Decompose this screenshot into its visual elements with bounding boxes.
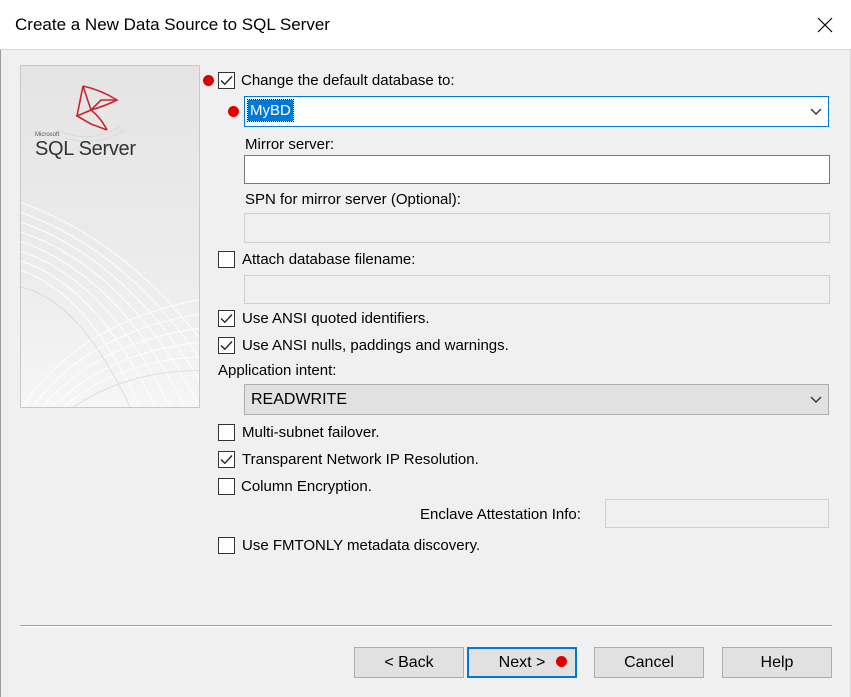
default-database-combobox[interactable]: MyBD [244,96,829,127]
back-button-label: < Back [384,653,434,671]
chevron-down-icon [810,108,822,115]
window-border-left [0,50,1,697]
help-button[interactable]: Help [722,647,832,678]
cancel-button[interactable]: Cancel [594,647,704,678]
app-intent-value: READWRITE [251,391,347,408]
back-button[interactable]: < Back [354,647,464,678]
attach-db-checkbox[interactable] [218,251,235,268]
column-encryption-label: Column Encryption. [241,478,372,495]
enclave-label: Enclave Attestation Info: [420,506,581,523]
chevron-down-icon [810,396,822,403]
ansi-quoted-checkbox[interactable] [218,310,235,327]
fmtonly-label: Use FMTONLY metadata discovery. [242,537,481,554]
help-button-label: Help [760,653,794,671]
button-separator-highlight [20,626,832,627]
next-button-label: Next > [498,653,546,671]
column-encryption-checkbox[interactable] [218,478,235,495]
fmtonly-checkbox[interactable] [218,537,235,554]
cancel-button-label: Cancel [624,653,674,671]
brand-sql-server: SQL Server [35,138,136,160]
app-intent-label: Application intent: [218,362,337,379]
tnir-checkbox[interactable] [218,451,235,468]
app-intent-dropdown-button[interactable] [807,391,825,409]
ansi-nulls-checkbox[interactable] [218,337,235,354]
marker-dot [228,106,239,117]
default-database-value: MyBD [247,99,294,122]
checkmark-icon [220,314,233,324]
marker-dot [203,75,214,86]
sql-server-logo-panel: Microsoft SQL Server [20,65,200,408]
mirror-server-label: Mirror server: [245,136,335,153]
spn-mirror-label: SPN for mirror server (Optional): [245,191,461,208]
close-button[interactable] [806,6,844,44]
checkmark-icon [220,341,233,351]
tnir-label: Transparent Network IP Resolution. [242,451,479,468]
enclave-input[interactable] [605,499,829,528]
change-default-db-checkbox[interactable] [218,72,235,89]
ansi-quoted-label: Use ANSI quoted identifiers. [242,310,430,327]
attach-db-input[interactable] [244,275,830,304]
change-default-db-label: Change the default database to: [241,72,455,89]
multi-subnet-checkbox[interactable] [218,424,235,441]
window-title: Create a New Data Source to SQL Server [15,15,330,34]
close-icon [817,17,833,33]
spn-mirror-input[interactable] [244,213,830,243]
attach-db-label: Attach database filename: [242,251,416,268]
title-divider [0,49,851,50]
checkmark-icon [220,455,233,465]
default-database-dropdown-button[interactable] [807,103,825,121]
checkmark-icon [220,76,233,86]
multi-subnet-label: Multi-subnet failover. [242,424,380,441]
ansi-nulls-label: Use ANSI nulls, paddings and warnings. [242,337,509,354]
app-intent-combobox[interactable]: READWRITE [244,384,829,415]
marker-dot [556,656,567,667]
mirror-server-input[interactable] [244,155,830,184]
